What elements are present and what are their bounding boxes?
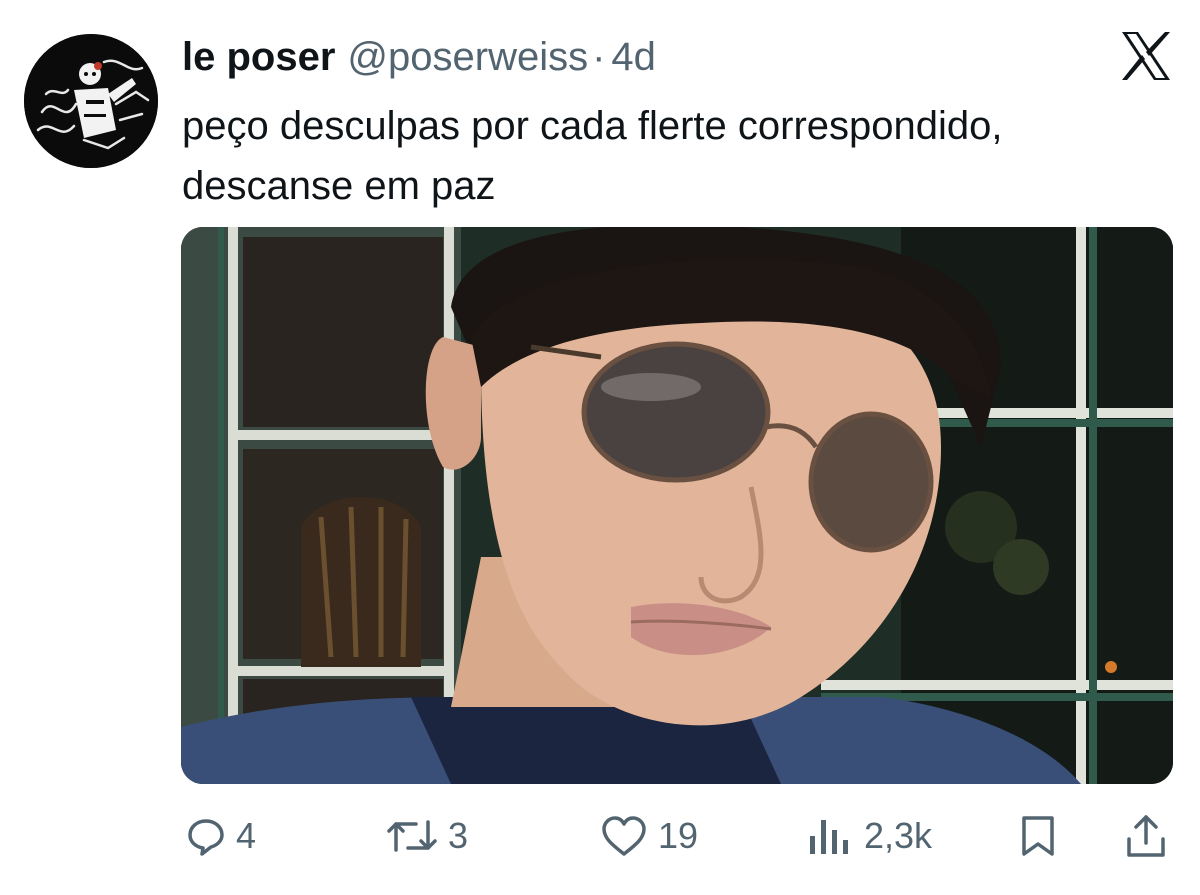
separator-dot: · <box>592 35 606 79</box>
like-button[interactable]: 19 <box>600 808 698 864</box>
avatar[interactable] <box>24 34 158 168</box>
avatar-illustration-icon <box>24 34 158 168</box>
share-upload-icon <box>1127 815 1165 857</box>
timestamp[interactable]: 4d <box>611 34 656 80</box>
tweet-header: le poser @poserweiss · 4d <box>182 34 656 80</box>
display-name[interactable]: le poser <box>182 34 335 80</box>
retweet-button[interactable]: 3 <box>386 808 468 864</box>
tweet-text-line: descanse em paz <box>182 164 496 208</box>
x-logo-icon[interactable] <box>1118 30 1174 82</box>
views-count: 2,3k <box>864 815 933 856</box>
views-bar-chart-icon <box>810 820 848 854</box>
views-button[interactable]: 2,3k <box>806 808 932 864</box>
retweet-arrows-icon <box>387 820 437 852</box>
heart-icon <box>602 816 646 856</box>
user-handle[interactable]: @poserweiss <box>347 34 588 80</box>
tweet-card: le poser @poserweiss · 4d peço desculpas… <box>0 0 1200 895</box>
tweet-actions: 4 3 19 2,3k <box>0 808 1200 864</box>
tweet-text: peço desculpas por cada flerte correspon… <box>182 96 1162 216</box>
share-button[interactable] <box>1124 808 1168 864</box>
tweet-photo[interactable] <box>181 227 1173 784</box>
bookmark-button[interactable] <box>1018 808 1058 864</box>
reply-button[interactable]: 4 <box>186 808 256 864</box>
retweet-count: 3 <box>448 815 469 856</box>
reply-bubble-icon <box>188 819 224 856</box>
reply-count: 4 <box>236 815 257 856</box>
bookmark-icon <box>1022 816 1054 856</box>
photo-image <box>181 227 1173 784</box>
like-count: 19 <box>658 815 699 856</box>
tweet-text-line: peço desculpas por cada flerte correspon… <box>182 104 1003 148</box>
